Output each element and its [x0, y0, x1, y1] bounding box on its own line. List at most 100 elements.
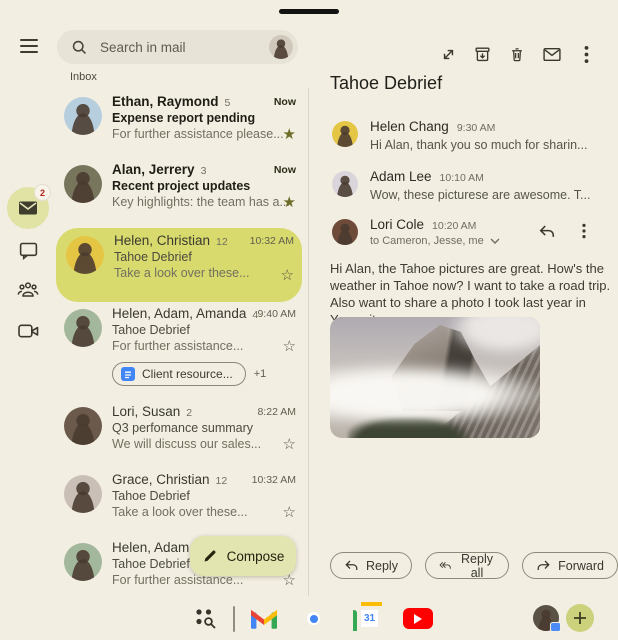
email-list-item[interactable]: Lori, Susan2 Q3 perfomance summary We wi… [56, 404, 304, 468]
search-icon [71, 39, 88, 56]
archive-icon[interactable] [472, 43, 494, 65]
search-bar[interactable]: Search in mail [57, 30, 298, 64]
open-in-full-icon[interactable] [437, 43, 459, 65]
inbox-section-label: Inbox [70, 71, 97, 83]
sender-names: Lori, Susan2 [112, 404, 244, 419]
nav-item-meet[interactable] [7, 310, 49, 352]
taskbar: 31 [0, 600, 618, 640]
gmail-two-pane-screen: 2 Search in mail Inbox [0, 0, 618, 640]
email-snippet: For further assistance please... [112, 127, 244, 141]
account-avatar[interactable] [269, 35, 293, 59]
email-list-item-selected[interactable]: Helen, Christian12 Tahoe Debrief Take a … [56, 228, 302, 302]
compose-button[interactable]: Compose [190, 536, 296, 576]
status-badge [550, 622, 561, 632]
avatar[interactable] [66, 236, 104, 274]
avatar[interactable] [64, 543, 102, 581]
nav-item-spaces[interactable] [7, 269, 49, 311]
pane-divider [308, 88, 309, 596]
email-snippet: We will discuss our sales... [112, 437, 244, 451]
avatar[interactable] [64, 407, 102, 445]
app-drawer-search-icon[interactable] [193, 606, 218, 631]
chevron-down-icon [490, 238, 500, 244]
spaces-icon [16, 279, 40, 301]
email-time: 10:32 AM [250, 235, 294, 247]
message-collapsed[interactable]: Adam Lee10:10 AM Wow, these picturese ar… [330, 169, 598, 202]
email-time: 9:40 AM [257, 308, 296, 320]
email-list-item[interactable]: Alan, Jerrery3 Recent project updates Ke… [56, 162, 304, 226]
email-snippet: Key highlights: the team has a... [112, 195, 244, 209]
taskbar-divider [233, 606, 235, 632]
more-options-icon[interactable] [575, 43, 597, 65]
attachment-extra-count: +1 [254, 368, 267, 380]
email-subject: Q3 perfomance summary [112, 421, 244, 435]
message-expanded-header[interactable]: Lori Cole10:20 AM to Cameron, Jesse, me [330, 217, 598, 247]
nav-item-chat[interactable] [7, 229, 49, 271]
video-camera-icon [17, 322, 40, 340]
menu-icon[interactable] [20, 39, 38, 53]
star-icon[interactable]: ☆ [283, 339, 296, 354]
delete-icon[interactable] [506, 43, 528, 65]
message-snippet: Hi Alan, thank you so much for sharin... [370, 138, 598, 152]
email-time: 10:32 AM [252, 474, 296, 486]
youtube-app-icon[interactable] [403, 608, 433, 629]
email-list-item[interactable]: Ethan, Raymond5 Expense report pending F… [56, 94, 304, 158]
avatar[interactable] [64, 309, 102, 347]
nav-item-mail[interactable]: 2 [7, 187, 49, 229]
pencil-icon [202, 548, 218, 564]
sender-names: Ethan, Raymond5 [112, 94, 244, 109]
gmail-app-icon[interactable] [251, 609, 277, 629]
star-icon[interactable]: ★ [283, 127, 296, 142]
search-placeholder: Search in mail [100, 40, 269, 55]
new-window-plus-button[interactable] [566, 604, 594, 632]
star-icon[interactable]: ★ [283, 195, 296, 210]
avatar[interactable] [64, 475, 102, 513]
email-list-item[interactable]: Grace, Christian12 Tahoe Debrief Take a … [56, 472, 304, 536]
plus-icon [573, 611, 587, 625]
mail-icon [17, 199, 39, 217]
reply-all-icon [439, 559, 452, 572]
avatar[interactable] [332, 219, 358, 245]
email-list-item[interactable]: Helen, Adam, Amanda4 Tahoe Debrief For f… [56, 306, 304, 398]
sender-names: Grace, Christian12 [112, 472, 244, 487]
window-drag-handle[interactable] [279, 9, 339, 14]
email-snippet: Take a look over these... [114, 266, 242, 280]
message-snippet: Wow, these picturese are awesome. T... [370, 188, 598, 202]
message-time: 10:10 AM [440, 172, 484, 184]
avatar[interactable] [332, 171, 358, 197]
reply-all-button[interactable]: Reply all [425, 552, 509, 579]
star-icon[interactable]: ☆ [281, 268, 294, 283]
avatar[interactable] [332, 121, 358, 147]
message-more-icon[interactable] [582, 223, 586, 239]
message-time: 9:30 AM [457, 122, 496, 134]
thread-title: Tahoe Debrief [330, 73, 442, 94]
message-sender: Lori Cole [370, 217, 424, 232]
email-subject: Tahoe Debrief [112, 323, 244, 337]
sender-names: Alan, Jerrery3 [112, 162, 244, 177]
attachment-chip[interactable]: Client resource... [112, 362, 246, 386]
email-subject: Expense report pending [112, 111, 244, 125]
message-sender: Helen Chang [370, 119, 449, 134]
email-subject: Tahoe Debrief [112, 489, 244, 503]
yosemite-photo-attachment[interactable] [330, 317, 540, 438]
forward-icon [536, 559, 551, 572]
forward-button[interactable]: Forward [522, 552, 618, 579]
photo-fog [450, 317, 540, 355]
photo-fog [330, 363, 540, 421]
mark-unread-icon[interactable] [541, 43, 563, 65]
email-subject: Tahoe Debrief [114, 250, 242, 264]
reply-button[interactable]: Reply [330, 552, 412, 579]
unread-badge: 2 [34, 184, 51, 201]
email-time: Now [274, 164, 296, 176]
email-subject: Recent project updates [112, 179, 244, 193]
document-icon [121, 367, 135, 381]
reply-icon [344, 559, 359, 572]
sender-names: Helen, Christian12 [114, 233, 242, 248]
star-icon[interactable]: ☆ [283, 505, 296, 520]
reply-icon[interactable] [538, 224, 556, 239]
taskbar-account-avatar[interactable] [533, 605, 559, 631]
message-time: 10:20 AM [432, 220, 476, 232]
avatar[interactable] [64, 97, 102, 135]
message-collapsed[interactable]: Helen Chang 9:30 AM Hi Alan, thank you so… [330, 119, 598, 152]
avatar[interactable] [64, 165, 102, 203]
star-icon[interactable]: ☆ [283, 437, 296, 452]
